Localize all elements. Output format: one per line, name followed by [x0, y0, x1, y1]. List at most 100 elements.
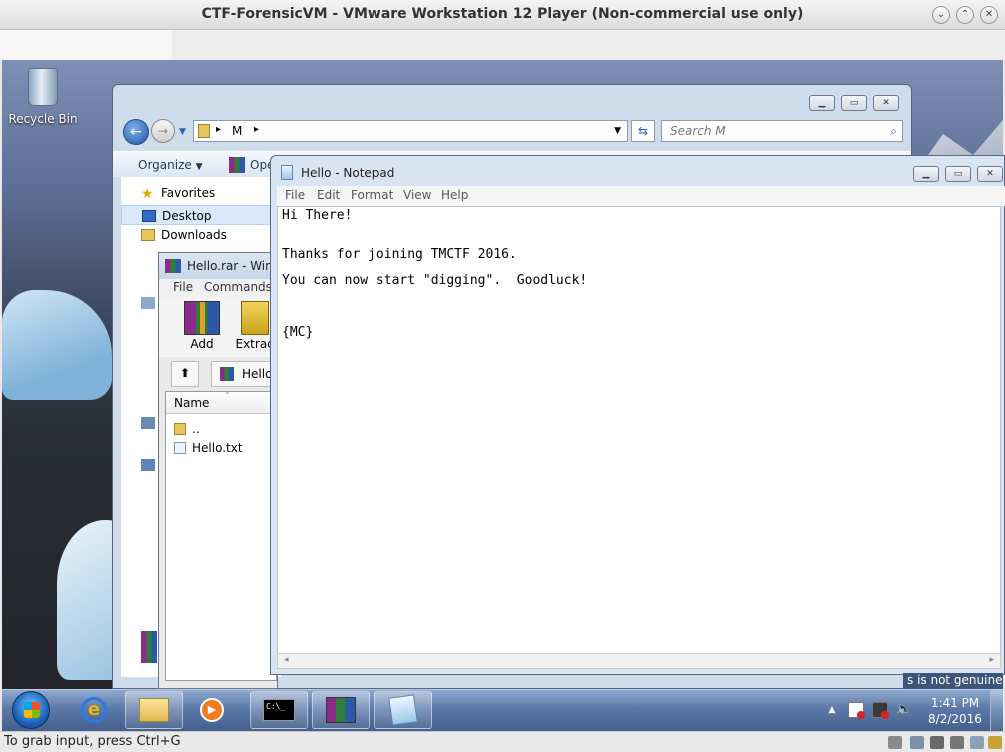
show-desktop-button[interactable]: [990, 690, 1003, 732]
volume-icon[interactable]: 🔈: [896, 702, 912, 718]
column-header-name[interactable]: Name ⌃: [166, 391, 276, 414]
maximize-icon[interactable]: ⌃: [956, 6, 974, 24]
minimize-icon[interactable]: ⌄: [932, 6, 950, 24]
vmware-window-title: CTF-ForensicVM - VMware Workstation 12 P…: [201, 6, 804, 22]
extract-icon: [241, 301, 269, 335]
vmware-toolbar: [0, 30, 1005, 60]
message-log-icon[interactable]: [988, 736, 1002, 749]
winrar-menu-bar: File Commands: [159, 279, 277, 297]
error-badge-icon: [857, 711, 865, 719]
vmware-toolbar-menu[interactable]: [0, 30, 172, 60]
menu-edit[interactable]: Edit: [317, 188, 340, 202]
winrar-add-button[interactable]: Add: [176, 297, 228, 351]
computer-icon[interactable]: [141, 417, 155, 429]
text-file-icon: [174, 442, 186, 454]
menu-view[interactable]: View: [403, 188, 431, 202]
winrar-window[interactable]: Hello.rar - WinR File Commands Add Extra…: [158, 252, 281, 689]
address-path[interactable]: M: [232, 124, 242, 138]
scroll-left-icon[interactable]: ◂: [284, 655, 289, 665]
menu-file[interactable]: File: [285, 188, 305, 202]
start-button[interactable]: [12, 691, 50, 729]
back-button[interactable]: ←: [123, 119, 149, 145]
breadcrumb-separator-icon[interactable]: ▸: [216, 124, 221, 135]
taskbar: e ▶ C:\_ ▲ 🔈 1:41 PM 8/2/2016: [2, 689, 1003, 732]
nav-desktop[interactable]: Desktop: [121, 205, 271, 225]
network-icon[interactable]: [141, 459, 155, 471]
search-icon[interactable]: ⌕: [890, 124, 897, 139]
nav-desktop-label: Desktop: [162, 209, 212, 223]
nav-downloads[interactable]: Downloads: [121, 225, 271, 245]
winrar-icon: [229, 157, 245, 173]
clock[interactable]: 1:41 PM 8/2/2016: [926, 695, 984, 727]
taskbar-notepad[interactable]: [374, 691, 432, 729]
address-bar[interactable]: ▸ M ▸ ▼: [193, 120, 628, 142]
close-icon[interactable]: ✕: [980, 6, 998, 24]
taskbar-media-player[interactable]: ▶: [192, 691, 232, 729]
explorer-minimize-button[interactable]: ▁: [809, 95, 835, 111]
list-item-name: ..: [192, 422, 200, 436]
list-item-name: Hello.txt: [192, 441, 243, 455]
address-dropdown-icon[interactable]: ▼: [614, 126, 621, 136]
notepad-maximize-button[interactable]: ▭: [945, 166, 971, 182]
recent-pages-icon[interactable]: ▼: [179, 127, 186, 137]
notepad-text-area[interactable]: Hi There! Thanks for joining TMCTF 2016.…: [277, 206, 1001, 654]
notepad-close-button[interactable]: ✕: [977, 166, 1003, 182]
taskbar-ie[interactable]: e: [74, 691, 114, 729]
horizontal-scrollbar[interactable]: ◂ ▸: [277, 653, 1001, 669]
system-tray: ▲ 🔈: [820, 700, 920, 720]
winrar-path-box[interactable]: Hello: [211, 361, 277, 387]
error-badge-icon: [881, 711, 889, 719]
text-line: You can now start "digging". Goodluck!: [282, 273, 588, 288]
winrar-file-list: Name ⌃ .. Hello.txt: [165, 391, 277, 681]
list-item[interactable]: Hello.txt: [174, 441, 243, 455]
search-input[interactable]: [668, 123, 878, 139]
details-pane-winrar-icon: [141, 631, 157, 663]
usb-icon[interactable]: [950, 736, 964, 749]
breadcrumb-separator-icon[interactable]: ▸: [254, 124, 259, 135]
status-text: To grab input, press Ctrl+G: [4, 734, 181, 749]
scroll-right-icon[interactable]: ▸: [989, 655, 994, 665]
winrar-title-bar[interactable]: Hello.rar - WinR: [159, 253, 281, 279]
network-adapter-icon[interactable]: [930, 736, 944, 749]
nav-favorites[interactable]: ★ Favorites: [121, 183, 271, 203]
explorer-maximize-button[interactable]: ▭: [841, 95, 867, 111]
play-icon: ▶: [200, 698, 224, 722]
search-box[interactable]: ⌕: [661, 120, 903, 142]
refresh-button[interactable]: ⇆: [631, 120, 655, 142]
command-prompt-icon: C:\_: [263, 699, 295, 721]
text-line: Hi There!: [282, 208, 353, 223]
taskbar-winrar[interactable]: [312, 691, 370, 729]
desktop-icon: [142, 210, 156, 222]
notepad-window[interactable]: Hello - Notepad ▁ ▭ ✕ File Edit Format V…: [270, 155, 1005, 675]
up-one-level-icon[interactable]: ⬆: [171, 361, 199, 387]
winrar-add-label: Add: [190, 337, 214, 351]
action-center-flag-icon[interactable]: [848, 702, 865, 719]
organize-button[interactable]: Organize ▼: [138, 158, 203, 172]
list-item[interactable]: ..: [174, 422, 200, 436]
menu-help[interactable]: Help: [441, 188, 468, 202]
forward-button[interactable]: →: [151, 119, 175, 143]
notepad-icon: [388, 694, 418, 726]
winrar-menu-file[interactable]: File: [173, 280, 193, 294]
explorer-close-button[interactable]: ✕: [873, 95, 899, 111]
show-hidden-icons-icon[interactable]: ▲: [824, 702, 840, 718]
not-genuine-watermark: s is not genuine: [903, 673, 1003, 689]
taskbar-cmd[interactable]: C:\_: [250, 691, 308, 729]
recycle-bin-shortcut[interactable]: Recycle Bin: [8, 68, 78, 126]
libraries-icon[interactable]: [141, 297, 155, 309]
wallpaper-ice: [2, 290, 112, 400]
organize-label: Organize: [138, 158, 192, 172]
notepad-minimize-button[interactable]: ▁: [913, 166, 939, 182]
text-line: {MC}: [282, 325, 314, 340]
sound-card-icon[interactable]: [970, 736, 984, 749]
winrar-toolbar: Add Extract: [159, 297, 278, 357]
vmware-title-bar[interactable]: CTF-ForensicVM - VMware Workstation 12 P…: [0, 0, 1005, 30]
hard-disk-icon[interactable]: [888, 736, 902, 749]
network-icon[interactable]: [872, 702, 889, 719]
cd-drive-icon[interactable]: [910, 736, 924, 749]
taskbar-explorer[interactable]: [125, 691, 183, 729]
menu-format[interactable]: Format: [351, 188, 393, 202]
sort-ascending-icon: ⌃: [224, 391, 231, 400]
winrar-menu-commands[interactable]: Commands: [204, 280, 272, 294]
column-name-label: Name: [174, 396, 210, 410]
